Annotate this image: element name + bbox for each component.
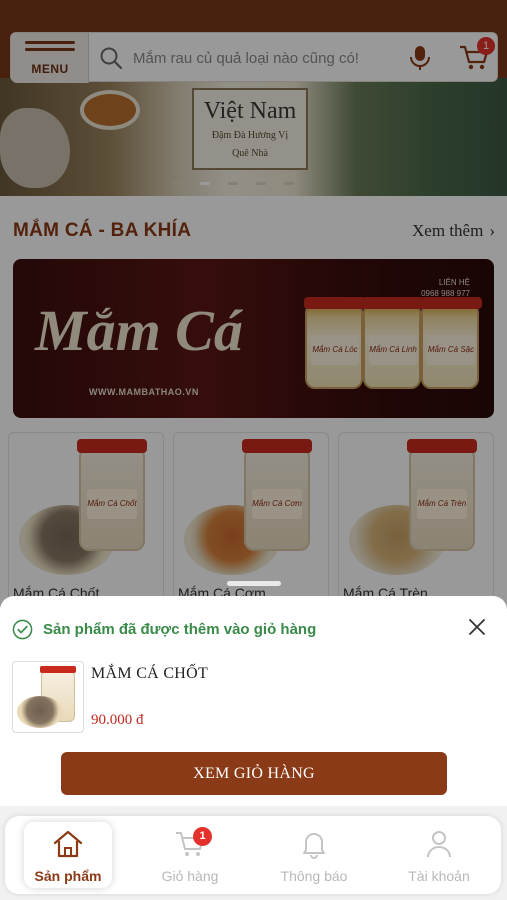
nav-item-cart[interactable]: Giỏ hàng [146,822,234,888]
added-product-thumbnail [12,661,84,733]
nav-label: Thông báo [280,868,348,884]
success-message: Sản phẩm đã được thêm vào giỏ hàng [43,620,317,638]
user-icon [427,831,451,858]
added-product-price: 90.000 đ [91,712,144,728]
cart-badge: 1 [193,827,212,846]
bell-icon [303,833,325,859]
nav-item-products[interactable]: Sản phẩm [24,822,112,888]
check-circle-icon [12,619,33,639]
nav-label: Giỏ hàng [161,868,219,884]
success-notice: Sản phẩm đã được thêm vào giỏ hàng [12,618,316,640]
added-product-name: MẮM CÁ CHỐT [91,665,209,682]
view-cart-button[interactable]: XEM GIỎ HÀNG [61,752,447,795]
nav-label: Sản phẩm [34,868,102,884]
home-icon [53,830,83,858]
nav-item-account[interactable]: Tài khoản [395,822,483,888]
nav-item-notifications[interactable]: Thông báo [270,822,358,888]
close-icon[interactable] [466,616,488,638]
nav-label: Tài khoản [408,868,470,884]
sheet-drag-handle[interactable] [227,581,281,586]
bottom-nav: Sản phẩm Giỏ hàng Thông báo Tài khoản [5,816,501,894]
